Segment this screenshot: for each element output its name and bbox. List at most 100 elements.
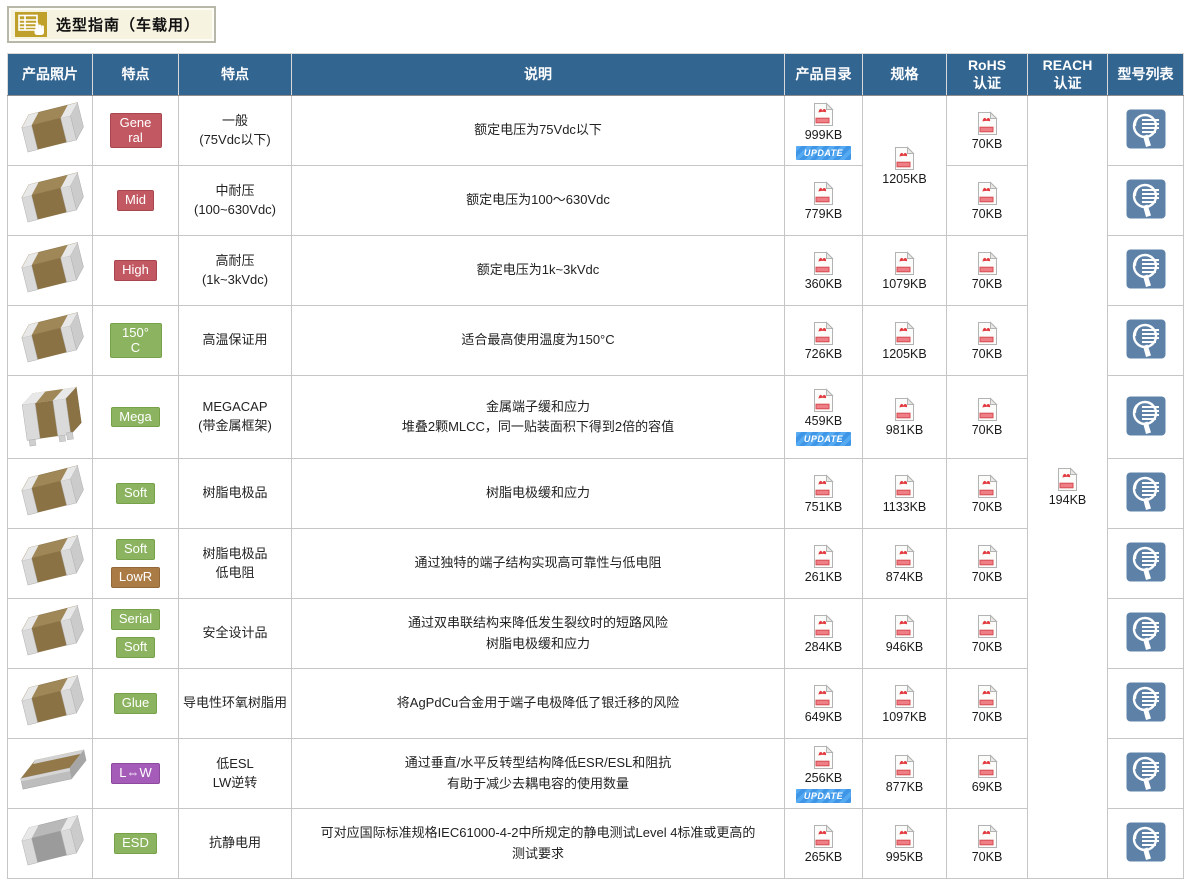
table-header-row: 产品照片特点特点说明产品目录规格RoHS认证REACH认证型号列表 <box>8 54 1184 96</box>
pdf-download-link-catalog[interactable]: 779KB <box>805 181 843 221</box>
pdf-size: 1097KB <box>882 710 926 724</box>
pdf-download-link-spec[interactable]: 995KB <box>886 824 924 864</box>
description-line: 额定电压为75Vdc以下 <box>302 120 774 140</box>
col-header-label: 产品照片 <box>8 66 92 84</box>
model-list-button[interactable] <box>1126 612 1166 652</box>
model-list-button[interactable] <box>1126 396 1166 436</box>
pdf-download-link-rohs[interactable]: 70KB <box>972 614 1003 654</box>
update-badge: UPDATE <box>796 432 851 446</box>
pdf-size: 1079KB <box>882 277 926 291</box>
pdf-download-link-catalog[interactable]: 360KB <box>805 251 843 291</box>
feature-line: 低ESL <box>179 755 291 774</box>
col-header-description: 说明 <box>292 54 785 96</box>
model-list-button[interactable] <box>1126 752 1166 792</box>
product-photo-cell <box>8 306 93 376</box>
pdf-download-link-rohs[interactable]: 70KB <box>972 111 1003 151</box>
table-row: High高耐压(1k~3kVdc)额定电压为1k~3kVdc 360KB 107… <box>8 236 1184 306</box>
feature-badge-cell: Mid <box>93 166 179 236</box>
model-list-button[interactable] <box>1126 822 1166 862</box>
model-list-button[interactable] <box>1126 472 1166 512</box>
pdf-download-link-rohs[interactable]: 69KB <box>972 754 1003 794</box>
feature-line: 导电性环氧树脂用 <box>179 694 291 713</box>
col-header-feature-badge: 特点 <box>93 54 179 96</box>
model-list-button[interactable] <box>1126 682 1166 722</box>
pdf-download-link-rohs[interactable]: 70KB <box>972 181 1003 221</box>
feature-text-cell: 树脂电极品 <box>179 459 292 529</box>
pdf-file-icon <box>813 544 834 569</box>
model-list-button[interactable] <box>1126 249 1166 289</box>
pdf-download-link-catalog[interactable]: 999KBUPDATE <box>796 102 851 160</box>
lw-reverse-photo <box>8 748 94 796</box>
pdf-download-link-catalog[interactable]: 265KB <box>805 824 843 864</box>
pdf-download-link-spec[interactable]: 874KB <box>886 544 924 584</box>
magnifier-list-icon <box>1126 179 1166 219</box>
pdf-download-link-spec[interactable]: 1205KB <box>882 146 926 186</box>
pdf-download-link-spec[interactable]: 1097KB <box>882 684 926 724</box>
col-header-photo: 产品照片 <box>8 54 93 96</box>
catalog-cell: 256KBUPDATE <box>785 739 863 809</box>
feature-badge-cell: Soft <box>93 459 179 529</box>
col-header-model-list: 型号列表 <box>1108 54 1184 96</box>
pdf-download-link-spec[interactable]: 981KB <box>886 397 924 437</box>
pdf-download-link-spec[interactable]: 1205KB <box>882 321 926 361</box>
pdf-file-icon <box>977 684 998 709</box>
col-header-reach: REACH认证 <box>1028 54 1108 96</box>
pdf-file-icon <box>977 614 998 639</box>
pdf-download-link-reach[interactable]: 194KB <box>1049 467 1087 507</box>
description-line: 通过垂直/水平反转型结构降低ESR/ESL和阻抗 <box>302 753 774 773</box>
catalog-cell: 265KB <box>785 809 863 879</box>
pdf-download-link-rohs[interactable]: 70KB <box>972 251 1003 291</box>
pdf-size: 981KB <box>886 423 924 437</box>
model-list-cell <box>1108 376 1184 459</box>
feature-badge: Mid <box>117 190 154 211</box>
pdf-file-icon <box>894 684 915 709</box>
description-cell: 额定电压为75Vdc以下 <box>292 96 785 166</box>
pdf-download-link-spec[interactable]: 1133KB <box>883 474 927 514</box>
pdf-file-icon <box>977 251 998 276</box>
model-list-button[interactable] <box>1126 319 1166 359</box>
model-list-cell <box>1108 599 1184 669</box>
pdf-download-link-rohs[interactable]: 70KB <box>972 544 1003 584</box>
model-list-button[interactable] <box>1126 542 1166 582</box>
pdf-download-link-rohs[interactable]: 70KB <box>972 321 1003 361</box>
pdf-file-icon <box>813 102 834 127</box>
pdf-download-link-catalog[interactable]: 751KB <box>805 474 843 514</box>
pdf-download-link-rohs[interactable]: 70KB <box>972 824 1003 864</box>
pdf-file-icon <box>813 824 834 849</box>
model-list-button[interactable] <box>1126 109 1166 149</box>
model-list-button[interactable] <box>1126 179 1166 219</box>
pdf-download-link-rohs[interactable]: 70KB <box>972 397 1003 437</box>
mlcc-photo <box>8 534 92 590</box>
pdf-download-link-spec[interactable]: 946KB <box>886 614 924 654</box>
pdf-download-link-catalog[interactable]: 256KBUPDATE <box>796 745 851 803</box>
pdf-size: 1205KB <box>882 172 926 186</box>
magnifier-list-icon <box>1126 319 1166 359</box>
mlcc-photo <box>8 814 92 870</box>
catalog-cell: 360KB <box>785 236 863 306</box>
pdf-download-link-rohs[interactable]: 70KB <box>972 684 1003 724</box>
col-header-label: 特点 <box>93 66 178 84</box>
table-row: SoftLowR树脂电极品低电阻通过独特的端子结构实现高可靠性与低电阻 261K… <box>8 529 1184 599</box>
pdf-download-link-catalog[interactable]: 284KB <box>805 614 843 654</box>
pdf-download-link-rohs[interactable]: 70KB <box>972 474 1003 514</box>
pdf-download-link-catalog[interactable]: 726KB <box>805 321 843 361</box>
pdf-size: 459KB <box>805 414 843 428</box>
model-list-cell <box>1108 236 1184 306</box>
pdf-download-link-spec[interactable]: 1079KB <box>882 251 926 291</box>
pdf-file-icon <box>813 388 834 413</box>
header-row: 产品照片特点特点说明产品目录规格RoHS认证REACH认证型号列表 <box>8 54 1184 96</box>
pdf-download-link-catalog[interactable]: 649KB <box>805 684 843 724</box>
pdf-file-icon <box>977 824 998 849</box>
feature-text-cell: 高耐压(1k~3kVdc) <box>179 236 292 306</box>
col-header-label: 规格 <box>863 66 946 84</box>
pdf-file-icon <box>894 474 915 499</box>
feature-badge: Soft <box>116 483 155 504</box>
feature-badge: Soft <box>116 637 155 658</box>
rohs-cell: 70KB <box>947 669 1028 739</box>
pdf-download-link-spec[interactable]: 877KB <box>886 754 924 794</box>
table-row: Glue导电性环氧树脂用将AgPdCu合金用于端子电极降低了银迁移的风险 649… <box>8 669 1184 739</box>
pdf-download-link-catalog[interactable]: 261KB <box>805 544 843 584</box>
pdf-download-link-catalog[interactable]: 459KB UPDATE <box>796 388 851 446</box>
spec-cell: 877KB <box>863 739 947 809</box>
pdf-file-icon <box>977 111 998 136</box>
